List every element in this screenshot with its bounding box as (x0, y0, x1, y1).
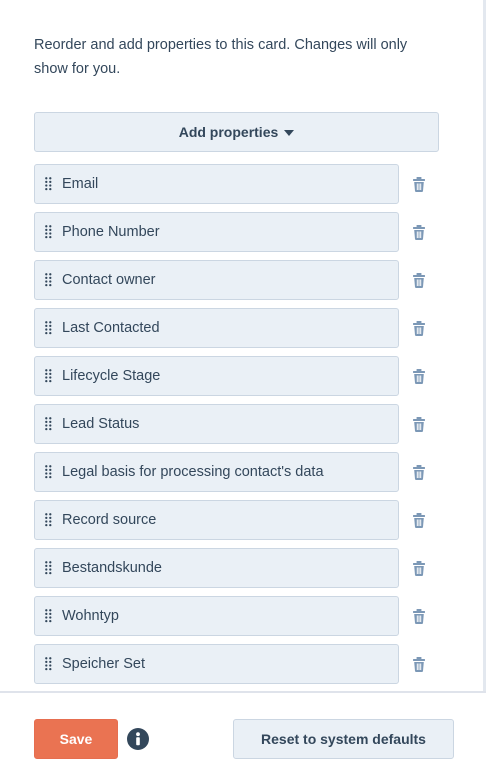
caret-down-icon (284, 129, 295, 136)
property-label: Bestandskunde (62, 560, 162, 576)
drag-handle-icon[interactable] (35, 548, 62, 588)
property-item[interactable]: Phone Number (34, 212, 399, 252)
drag-handle-icon[interactable] (35, 164, 62, 204)
customize-card-panel: Reorder and add properties to this card.… (0, 0, 486, 766)
property-row: Bestandskunde (34, 548, 439, 588)
drag-handle-icon[interactable] (35, 404, 62, 444)
trash-icon[interactable] (411, 511, 427, 529)
property-label: Phone Number (62, 224, 160, 240)
property-row: Phone Number (34, 212, 439, 252)
property-item[interactable]: Contact owner (34, 260, 399, 300)
drag-handle-icon[interactable] (35, 356, 62, 396)
property-item[interactable]: Lead Status (34, 404, 399, 444)
property-row: Lead Status (34, 404, 439, 444)
property-item[interactable]: Last Contacted (34, 308, 399, 348)
panel-description: Reorder and add properties to this card.… (34, 37, 408, 77)
drag-handle-icon[interactable] (35, 452, 62, 492)
trash-icon[interactable] (411, 319, 427, 337)
drag-handle-icon[interactable] (35, 212, 62, 252)
trash-icon[interactable] (411, 415, 427, 433)
drag-handle-icon[interactable] (35, 596, 62, 636)
trash-icon[interactable] (411, 655, 427, 673)
drag-handle-icon[interactable] (35, 308, 62, 348)
property-label: Speicher Set (62, 656, 146, 672)
add-properties-label: Add properties (178, 124, 279, 140)
trash-icon[interactable] (411, 367, 427, 385)
reset-to-defaults-button[interactable]: Reset to system defaults (233, 719, 454, 759)
drag-handle-icon[interactable] (35, 500, 62, 540)
property-label: Contact owner (62, 272, 156, 288)
property-row: Record source (34, 500, 439, 540)
property-item[interactable]: Email (34, 164, 399, 204)
info-icon[interactable] (127, 728, 149, 750)
add-properties-button[interactable]: Add properties (34, 112, 439, 152)
property-label: Legal basis for processing contact's dat… (62, 464, 324, 480)
trash-icon[interactable] (411, 559, 427, 577)
property-label: Lifecycle Stage (62, 368, 161, 384)
property-row: Wohntyp (34, 596, 439, 636)
property-label: Wohntyp (62, 608, 119, 624)
property-row: Legal basis for processing contact's dat… (34, 452, 439, 492)
property-label: Last Contacted (62, 320, 160, 336)
footer-bar: Save Reset to system defaults (0, 693, 486, 766)
property-list: Email Phone Number Contact owner Last Co… (34, 164, 439, 692)
property-row: Lifecycle Stage (34, 356, 439, 396)
property-row: Email (34, 164, 439, 204)
property-item[interactable]: Speicher Set (34, 644, 399, 684)
trash-icon[interactable] (411, 271, 427, 289)
trash-icon[interactable] (411, 223, 427, 241)
property-label: Record source (62, 512, 157, 528)
property-item[interactable]: Lifecycle Stage (34, 356, 399, 396)
property-row: Contact owner (34, 260, 439, 300)
drag-handle-icon[interactable] (35, 644, 62, 684)
trash-icon[interactable] (411, 463, 427, 481)
property-item[interactable]: Record source (34, 500, 399, 540)
trash-icon[interactable] (411, 607, 427, 625)
property-row: Speicher Set (34, 644, 439, 684)
property-label: Email (62, 176, 99, 192)
property-item[interactable]: Bestandskunde (34, 548, 399, 588)
property-item[interactable]: Legal basis for processing contact's dat… (34, 452, 399, 492)
save-button[interactable]: Save (34, 719, 118, 759)
trash-icon[interactable] (411, 175, 427, 193)
drag-handle-icon[interactable] (35, 260, 62, 300)
property-row: Last Contacted (34, 308, 439, 348)
property-label: Lead Status (62, 416, 140, 432)
property-item[interactable]: Wohntyp (34, 596, 399, 636)
